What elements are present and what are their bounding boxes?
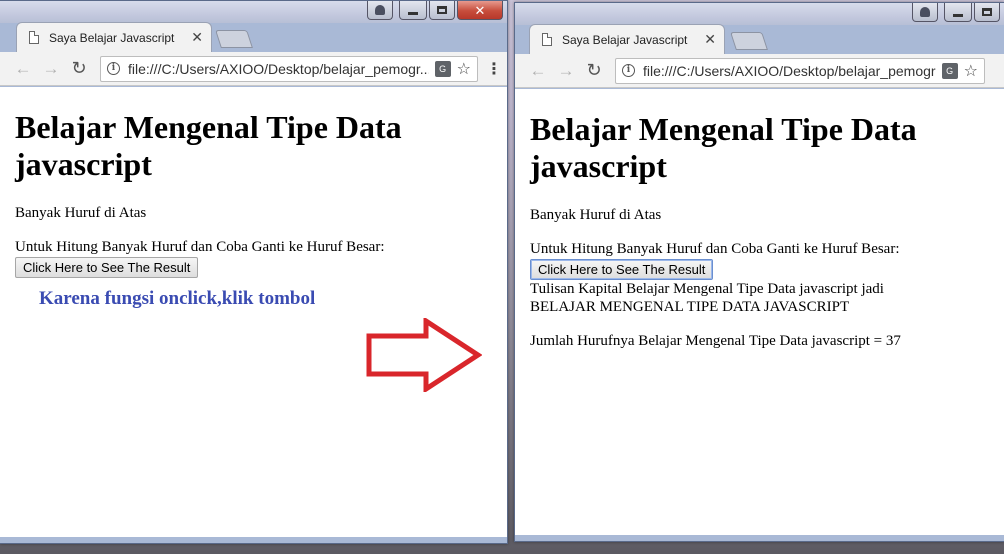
result-uppercase-label: Tulisan Kapital Belajar Mengenal Tipe Da… — [530, 281, 884, 297]
close-window-button[interactable]: ✕ — [457, 1, 503, 20]
minimize-button[interactable] — [944, 3, 972, 22]
new-tab-button[interactable] — [730, 32, 768, 50]
maximize-icon — [437, 6, 447, 14]
maximize-button[interactable] — [974, 3, 1000, 22]
window-controls: ✕ — [367, 1, 503, 20]
close-icon: ✕ — [474, 2, 486, 18]
maximize-icon — [982, 8, 992, 16]
star-icon[interactable]: ☆ — [964, 61, 978, 81]
tab-title: Saya Belajar Javascript — [49, 30, 175, 45]
instruction-text: Untuk Hitung Banyak Huruf dan Coba Ganti… — [530, 241, 900, 257]
subtext: Banyak Huruf di Atas — [530, 207, 662, 223]
translate-icon[interactable]: G — [434, 60, 451, 77]
user-icon — [375, 5, 385, 15]
tab-title: Saya Belajar Javascript — [562, 32, 688, 47]
address-url: file:///C:/Users/AXIOO/Desktop/belajar_p… — [128, 60, 429, 77]
subtext: Banyak Huruf di Atas — [15, 205, 147, 221]
profile-button[interactable] — [367, 1, 393, 20]
reload-icon[interactable]: ↻ — [68, 58, 90, 79]
instruction-text: Untuk Hitung Banyak Huruf dan Coba Ganti… — [15, 239, 385, 255]
translate-icon[interactable]: G — [941, 62, 958, 79]
back-arrow-icon[interactable]: ← — [12, 59, 34, 79]
profile-button[interactable] — [912, 3, 938, 22]
star-icon[interactable]: ☆ — [457, 59, 471, 79]
new-tab-button[interactable] — [215, 30, 253, 48]
menu-icon[interactable]: ⋮ — [486, 59, 502, 79]
address-bar[interactable]: i file:///C:/Users/AXIOO/Desktop/belajar… — [100, 55, 478, 82]
tab-close-icon[interactable]: ✕ — [704, 31, 716, 48]
reload-icon[interactable]: ↻ — [583, 60, 605, 81]
page-heading: Belajar Mengenal Tipe Data javascript — [530, 111, 917, 184]
page-content: Belajar Mengenal Tipe Data javascript Ba… — [0, 87, 507, 537]
minimize-icon — [408, 11, 418, 15]
address-bar[interactable]: i file:///C:/Users/AXIOO/Desktop/belajar… — [615, 57, 985, 84]
minimize-icon — [953, 13, 963, 17]
see-result-button[interactable]: Click Here to See The Result — [530, 259, 714, 280]
right-arrow-icon — [366, 318, 482, 392]
forward-arrow-icon[interactable]: → — [555, 61, 577, 81]
browser-tab[interactable]: Saya Belajar Javascript ✕ — [16, 22, 212, 52]
forward-arrow-icon[interactable]: → — [40, 59, 62, 79]
address-url: file:///C:/Users/AXIOO/Desktop/belajar_p… — [643, 62, 936, 79]
annotation-text: Karena fungsi onclick,klik tombol — [39, 288, 316, 309]
result-uppercase-value: BELAJAR MENGENAL TIPE DATA JAVASCRIPT — [530, 299, 850, 315]
tab-close-icon[interactable]: ✕ — [191, 29, 203, 46]
browser-window-after: Saya Belajar Javascript ✕ ← → ↻ i file:/… — [514, 2, 1004, 542]
maximize-button[interactable] — [429, 1, 455, 20]
page-icon — [542, 33, 552, 46]
browser-toolbar: ← → ↻ i file:///C:/Users/AXIOO/Desktop/b… — [0, 52, 507, 86]
page-content: Belajar Mengenal Tipe Data javascript Ba… — [515, 89, 1004, 535]
user-icon — [920, 7, 930, 17]
info-icon[interactable]: i — [622, 64, 635, 77]
back-arrow-icon[interactable]: ← — [527, 61, 549, 81]
window-controls — [912, 3, 1000, 22]
info-icon[interactable]: i — [107, 62, 120, 75]
browser-toolbar: ← → ↻ i file:///C:/Users/AXIOO/Desktop/b… — [515, 54, 1004, 88]
browser-window-before: ✕ Saya Belajar Javascript ✕ ← → ↻ i file… — [0, 0, 508, 544]
browser-tab[interactable]: Saya Belajar Javascript ✕ — [529, 24, 725, 54]
minimize-button[interactable] — [399, 1, 427, 20]
result-letter-count: Jumlah Hurufnya Belajar Mengenal Tipe Da… — [530, 333, 901, 349]
page-heading: Belajar Mengenal Tipe Data javascript — [15, 109, 402, 182]
page-icon — [29, 31, 39, 44]
see-result-button[interactable]: Click Here to See The Result — [15, 257, 199, 278]
